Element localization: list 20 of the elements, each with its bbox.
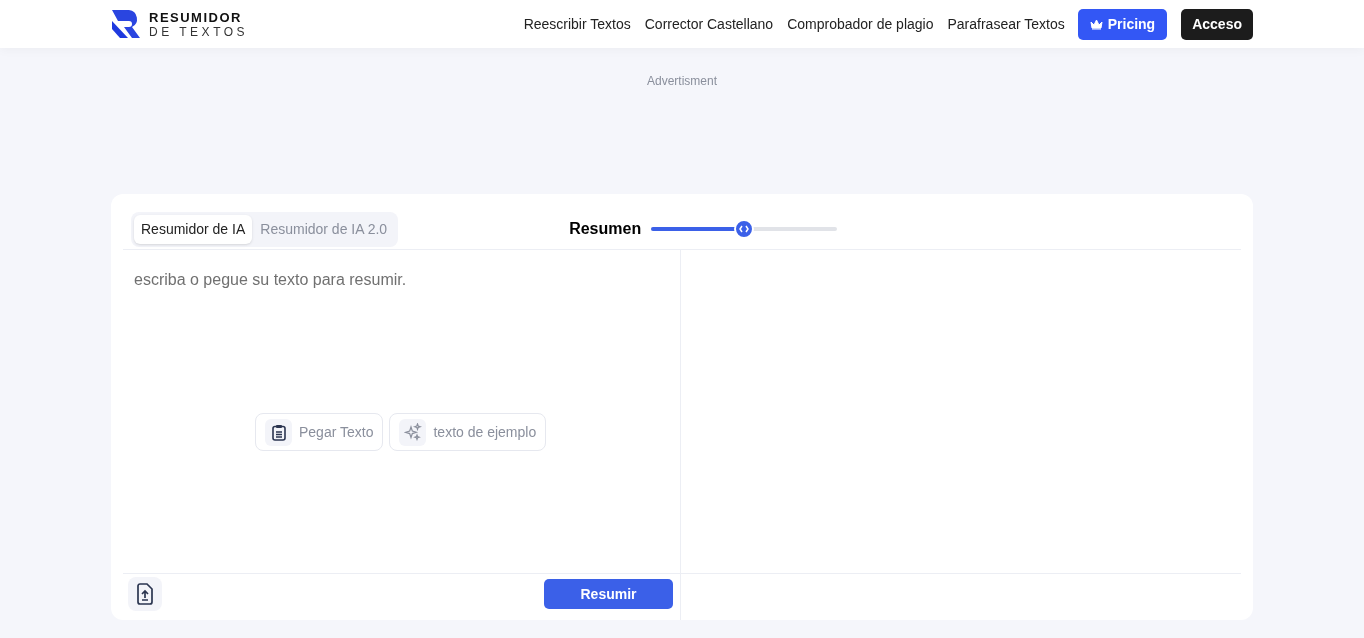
file-upload-icon — [136, 583, 154, 605]
nav-link[interactable]: Parafrasear Textos — [947, 13, 1065, 35]
nav-link[interactable]: Corrector Castellano — [644, 13, 774, 35]
logo-text: RESUMIDOR — [149, 10, 243, 24]
summary-length-label: Resumen — [569, 219, 642, 239]
mode-tab[interactable]: Resumidor de IA — [134, 214, 253, 244]
sparkles-icon — [403, 423, 422, 441]
logo-icon — [111, 9, 141, 39]
pricing-button[interactable]: Pricing — [1077, 8, 1168, 40]
length-slider[interactable] — [651, 221, 838, 237]
crown-icon — [1089, 18, 1103, 30]
upload-file-button[interactable] — [128, 577, 162, 611]
login-button[interactable]: Acceso — [1181, 8, 1253, 40]
nav-link[interactable]: Comprobador de plagio — [787, 13, 934, 35]
ad-label: Advertisment — [647, 73, 717, 90]
summarize-button[interactable]: Resumir — [544, 579, 673, 609]
input-placeholder: escriba o pegue su texto para resumir. — [134, 270, 407, 290]
nav-link[interactable]: Reescribir Textos — [523, 13, 631, 35]
logo-subtext: DE TEXTOS — [149, 25, 249, 38]
clipboard-icon — [271, 423, 286, 441]
